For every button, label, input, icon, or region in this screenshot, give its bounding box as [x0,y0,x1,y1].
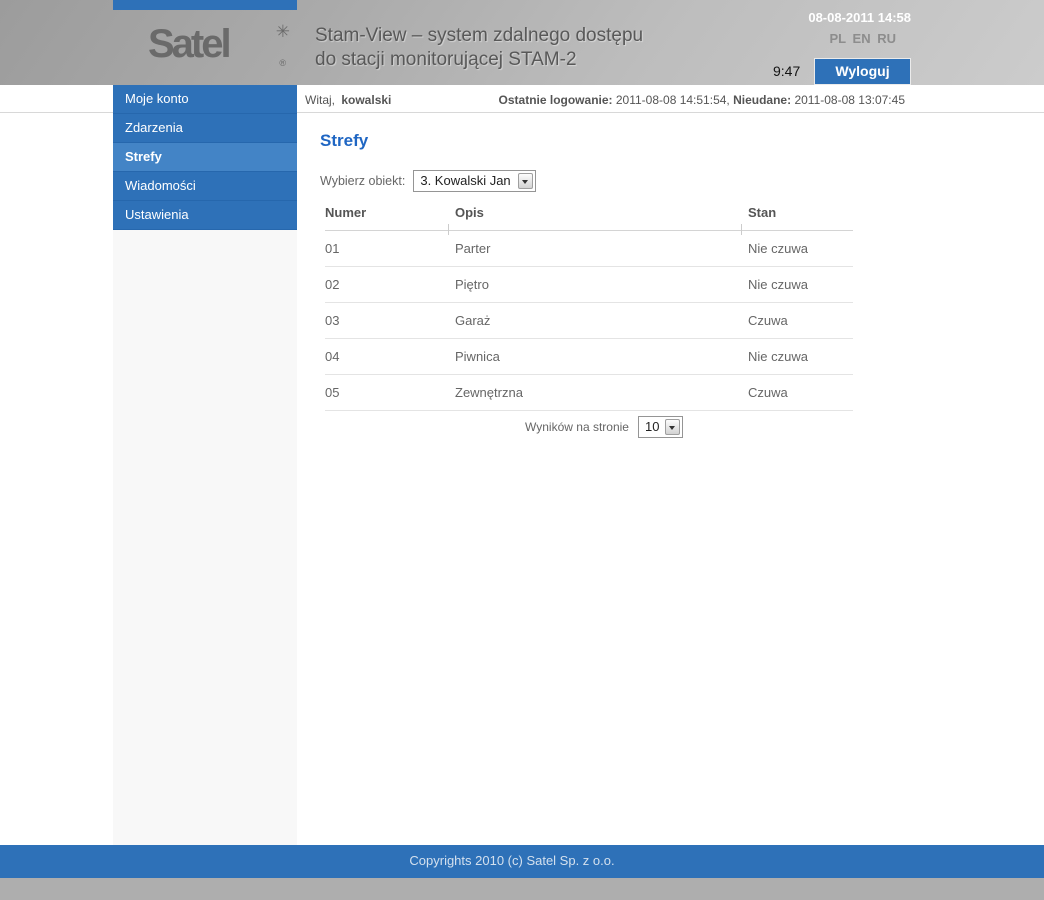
header: Satel ✳ ® Stam-View – system zdalnego do… [0,0,1044,85]
column-header-stan: Stan [741,198,853,235]
app-title: Stam-View – system zdalnego dostępu do s… [315,24,643,72]
satel-logo: Satel ✳ ® [148,22,298,68]
last-login-label: Ostatnie logowanie: [498,93,613,107]
cell-numer: 04 [325,338,455,375]
app-title-line2: do stacji monitorującej STAM-2 [315,49,577,70]
table-row: 05 Zewnętrzna Czuwa [325,374,853,411]
cell-stan: Czuwa [748,374,853,411]
logout-button[interactable]: Wyloguj [814,58,911,85]
greeting-prefix: Witaj, [305,93,335,107]
per-page-label: Wyników na stronie [525,420,629,434]
top-accent-bar [113,0,297,10]
cell-opis: Garaż [455,302,748,339]
app-title-line1: Stam-View – system zdalnego dostępu [315,25,644,46]
cell-numer: 03 [325,302,455,339]
cell-opis: Piętro [455,266,748,303]
login-info: Ostatnie logowanie: 2011-08-08 14:51:54,… [499,93,905,107]
session-timer: 9:47 [773,63,801,79]
object-select-value: 3. Kowalski Jan [420,173,511,188]
object-select-row: Wybierz obiekt: 3. Kowalski Jan [320,170,537,192]
object-select-label: Wybierz obiekt: [320,174,406,188]
cell-numer: 01 [325,230,455,267]
sidebar-background [113,230,297,845]
greeting: Witaj, kowalski [305,93,391,107]
cell-numer: 05 [325,374,455,411]
stam-view-page: Satel ✳ ® Stam-View – system zdalnego do… [0,0,1044,900]
per-page-select[interactable]: 10 [637,416,683,438]
column-header-opis: Opis [448,198,748,235]
object-select[interactable]: 3. Kowalski Jan [413,170,537,192]
language-switcher: PL EN RU [775,31,896,46]
sidebar-item-ustawienia[interactable]: Ustawienia [113,201,297,230]
zones-table: Numer Opis Stan 01 Parter Nie czuwa 02 P… [325,198,853,411]
copyright-text: Copyrights 2010 (c) Satel Sp. z o.o. [409,853,615,868]
failed-login-label: Nieudane: [733,93,792,107]
per-page-row: Wyników na stronie 10 [297,416,911,438]
cell-opis: Zewnętrzna [455,374,748,411]
table-row: 02 Piętro Nie czuwa [325,266,853,303]
page-title: Strefy [320,131,369,150]
sidebar-item-zdarzenia[interactable]: Zdarzenia [113,114,297,143]
chevron-down-icon[interactable] [664,419,680,435]
sidebar-item-strefy[interactable]: Strefy [113,143,297,172]
per-page-value: 10 [644,419,660,434]
satel-logo-text: Satel [148,22,232,66]
table-row: 01 Parter Nie czuwa [325,230,853,267]
cell-stan: Nie czuwa [748,266,853,303]
header-datetime: 08-08-2011 14:58 [808,10,911,25]
satel-asterisk-icon: ✳ [275,22,290,41]
lang-en-link[interactable]: EN [853,31,871,46]
cell-stan: Nie czuwa [748,338,853,375]
cell-stan: Czuwa [748,302,853,339]
cell-opis: Parter [455,230,748,267]
lang-pl-link[interactable]: PL [830,31,846,46]
sidebar-item-moje-konto[interactable]: Moje konto [113,85,297,114]
cell-stan: Nie czuwa [748,230,853,267]
username: kowalski [341,93,392,107]
table-header-row: Numer Opis Stan [325,198,853,235]
lang-ru-link[interactable]: RU [877,31,896,46]
sidebar-menu: Moje konto Zdarzenia Strefy Wiadomości U… [113,85,297,230]
cell-numer: 02 [325,266,455,303]
chevron-down-icon[interactable] [518,173,534,189]
last-login-value: 2011-08-08 14:51:54, [615,93,730,107]
cell-opis: Piwnica [455,338,748,375]
footer: Copyrights 2010 (c) Satel Sp. z o.o. [0,845,1044,878]
bottom-strip [0,878,1044,900]
table-row: 04 Piwnica Nie czuwa [325,338,853,375]
registered-mark: ® [279,58,286,68]
failed-login-value: 2011-08-08 13:07:45 [794,93,905,107]
column-header-numer: Numer [325,198,455,231]
table-row: 03 Garaż Czuwa [325,302,853,339]
sidebar-item-wiadomosci[interactable]: Wiadomości [113,172,297,201]
